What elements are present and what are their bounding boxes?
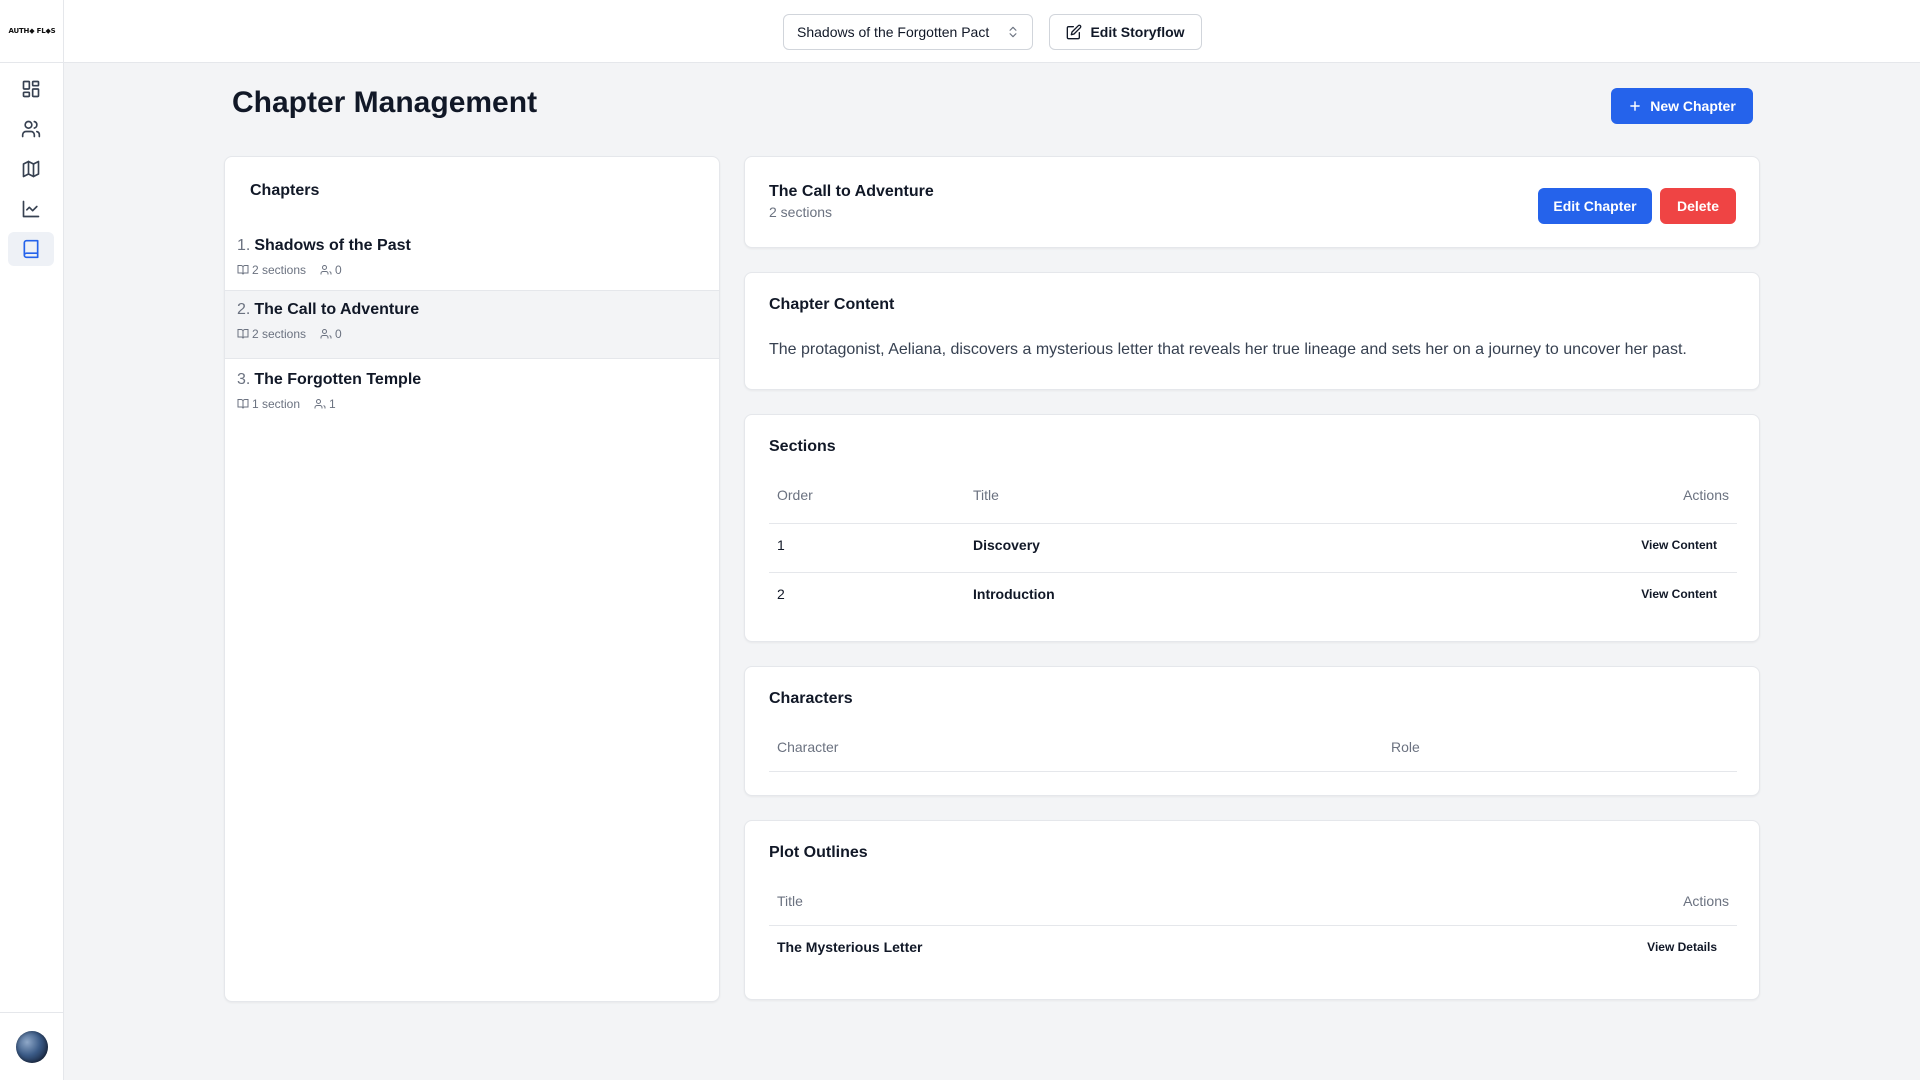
chapter-number: 3. (237, 371, 251, 388)
divider (769, 572, 1737, 573)
chapter-detail-header: The Call to Adventure 2 sections Edit Ch… (744, 156, 1760, 248)
chapter-content-card: Chapter Content The protagonist, Aeliana… (744, 272, 1760, 390)
column-header-order: Order (777, 487, 813, 503)
edit-icon (1067, 24, 1082, 40)
edit-chapter-button[interactable]: Edit Chapter (1538, 188, 1652, 224)
column-header-character: Character (777, 739, 839, 755)
app-logo[interactable]: AUTH◆ FL◆S (0, 0, 64, 63)
column-header-title: Title (973, 487, 999, 503)
chapter-number: 1. (237, 237, 251, 254)
sidebar-item-analytics[interactable] (8, 192, 54, 226)
book-icon (23, 239, 39, 259)
characters-title: Characters (769, 690, 853, 707)
chapter-detail-title: The Call to Adventure (769, 183, 934, 200)
section-title: Introduction (973, 586, 1055, 602)
plus-icon (1630, 101, 1641, 111)
column-header-actions: Actions (1683, 893, 1729, 909)
edit-storyflow-button[interactable]: Edit Storyflow (1049, 14, 1202, 50)
section-order: 1 (777, 537, 785, 553)
users-icon (314, 399, 326, 409)
new-chapter-button[interactable]: New Chapter (1611, 88, 1753, 124)
logo-text: AUTH◆ FL◆S (8, 27, 56, 35)
sections-card: Sections Order Title Actions 1 Discovery… (744, 414, 1760, 642)
divider (769, 771, 1737, 772)
sidebar-item-chapters[interactable] (8, 232, 54, 266)
column-header-title: Title (777, 893, 803, 909)
chapter-detail-subtitle: 2 sections (769, 204, 833, 220)
plot-outline-title: The Mysterious Letter (777, 939, 923, 955)
divider (769, 925, 1737, 926)
chapter-item[interactable]: 3. The Forgotten Temple 1 section 1 (225, 361, 719, 430)
sidebar-item-characters[interactable] (8, 112, 54, 146)
users-icon (320, 265, 332, 275)
plot-outlines-card: Plot Outlines Title Actions The Mysterio… (744, 820, 1760, 1000)
sidebar: AUTH◆ FL◆S (0, 0, 64, 1080)
story-select[interactable]: Shadows of the Forgotten Pact (783, 14, 1033, 50)
sections-title: Sections (769, 438, 836, 455)
story-select-value: Shadows of the Forgotten Pact (797, 24, 990, 40)
sidebar-item-world[interactable] (8, 152, 54, 186)
chapter-title: The Call to Adventure (254, 301, 420, 318)
avatar[interactable] (16, 1030, 48, 1063)
column-header-actions: Actions (1683, 487, 1729, 503)
column-header-role: Role (1391, 739, 1420, 755)
chapters-panel: Chapters 1. Shadows of the Past 2 section… (224, 156, 720, 1002)
edit-storyflow-label: Edit Storyflow (1090, 24, 1185, 40)
user-menu[interactable] (0, 1012, 64, 1080)
section-order: 2 (777, 586, 785, 602)
chapter-sections-count: 2 sections (252, 327, 307, 341)
delete-chapter-button[interactable]: Delete (1660, 188, 1736, 224)
dashboard-icon (22, 80, 40, 98)
chapter-sections-count: 1 section (252, 397, 301, 411)
chapter-title: The Forgotten Temple (254, 371, 422, 388)
chevrons-up-down-icon (1009, 26, 1017, 38)
new-chapter-label: New Chapter (1650, 98, 1736, 114)
book-open-icon (237, 329, 249, 339)
chapter-item[interactable]: 1. Shadows of the Past 2 sections 0 (225, 227, 719, 296)
section-title: Discovery (973, 537, 1040, 553)
book-open-icon (237, 265, 249, 275)
chapters-title: Chapters (250, 182, 320, 199)
book-open-icon (237, 399, 249, 409)
chapter-characters-count: 0 (335, 263, 342, 277)
view-content-button[interactable]: View Content (1641, 587, 1717, 601)
chapter-item[interactable]: 2. The Call to Adventure 2 sections 0 (225, 290, 719, 359)
plot-outlines-title: Plot Outlines (769, 844, 868, 861)
chart-line-icon (22, 200, 40, 218)
chapter-sections-count: 2 sections (252, 263, 307, 277)
chapter-characters-count: 0 (335, 327, 342, 341)
chapter-characters-count: 1 (329, 397, 336, 411)
users-icon (320, 329, 332, 339)
divider (769, 523, 1737, 524)
chapter-content-text: The protagonist, Aeliana, discovers a my… (769, 341, 1687, 358)
chapter-title: Shadows of the Past (254, 237, 411, 254)
chapter-content-title: Chapter Content (769, 296, 895, 313)
users-icon (21, 120, 41, 138)
map-icon (22, 160, 40, 178)
sidebar-item-dashboard[interactable] (8, 72, 54, 106)
topbar: Shadows of the Forgotten Pact Edit Story… (64, 0, 1920, 63)
chapter-number: 2. (237, 301, 251, 318)
view-content-button[interactable]: View Content (1641, 538, 1717, 552)
characters-card: Characters Character Role (744, 666, 1760, 796)
page-title: Chapter Management (232, 86, 538, 119)
view-details-button[interactable]: View Details (1647, 940, 1717, 954)
